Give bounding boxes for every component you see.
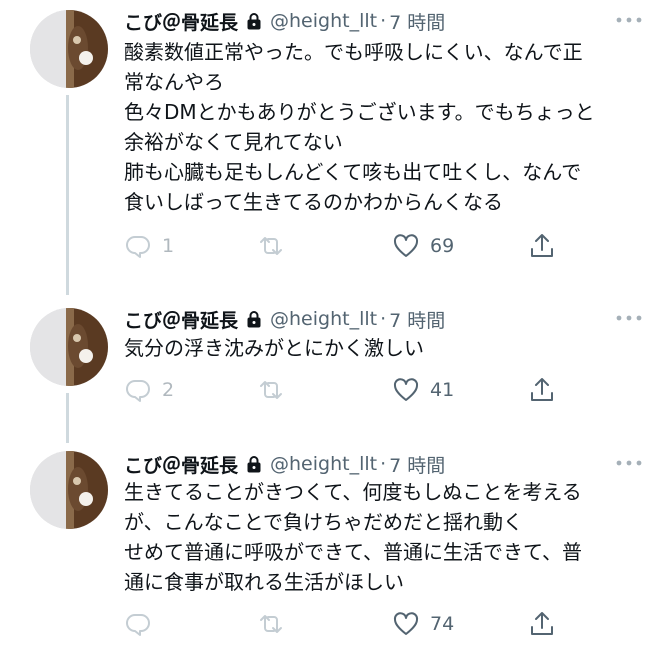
action-bar: 74: [124, 604, 564, 644]
separator-dot: ·: [380, 453, 387, 475]
reply-icon: [126, 380, 150, 402]
text-line: せめて普通に呼吸ができて、普通に生活できて、普: [124, 540, 582, 564]
retweet-icon: [260, 615, 282, 633]
retweet-icon: [260, 237, 282, 255]
tweet[interactable]: こび＠骨延長 @height_llt · 7 時間 生きてることがきつくて、何度…: [0, 447, 655, 665]
text-line: 生きてることがきつくて、何度もしぬことを考える: [124, 480, 582, 504]
heart-icon: [393, 378, 419, 401]
cat-avatar-image: [30, 451, 108, 529]
reply-button[interactable]: [124, 604, 162, 644]
display-name[interactable]: こび＠骨延長: [124, 306, 238, 333]
user-handle[interactable]: @height_llt: [270, 453, 377, 475]
user-handle[interactable]: @height_llt: [270, 10, 377, 32]
retweet-button[interactable]: [257, 226, 295, 266]
timestamp[interactable]: 7 時間: [389, 306, 445, 333]
cat-avatar-image: [30, 308, 108, 386]
display-name[interactable]: こび＠骨延長: [124, 8, 238, 35]
tweet-header: こび＠骨延長 @height_llt · 7 時間: [124, 302, 655, 336]
text-line: 余裕がなくて見れてない: [124, 130, 343, 154]
avatar[interactable]: [30, 308, 108, 386]
reply-icon: [126, 614, 150, 636]
text-line: 気分の浮き沈みがとにかく激しい: [124, 336, 424, 360]
text-line: 食いしばって生きてるのかわからんくなる: [124, 190, 503, 214]
lock-icon: [247, 13, 261, 30]
tweet[interactable]: こび＠骨延長 @height_llt · 7 時間 気分の浮き沈みがとにかく激し…: [0, 302, 655, 412]
reply-count: 1: [162, 235, 175, 257]
separator-dot: ·: [380, 308, 387, 330]
share-button[interactable]: [528, 370, 556, 410]
lock-icon: [247, 311, 261, 328]
share-button[interactable]: [528, 604, 556, 644]
tweet-header: こび＠骨延長 @height_llt · 7 時間: [124, 4, 655, 38]
tweet[interactable]: こび＠骨延長 @height_llt · 7 時間 酸素数値正常やった。でも呼吸…: [0, 4, 655, 274]
timestamp[interactable]: 7 時間: [389, 8, 445, 35]
retweet-button[interactable]: [257, 370, 295, 410]
share-button[interactable]: [528, 226, 556, 266]
action-bar: 1 69: [124, 226, 564, 266]
tweet-text: 生きてることがきつくて、何度もしぬことを考える が、こんなことで負けちゃだめだと…: [124, 477, 644, 597]
tweet-header: こび＠骨延長 @height_llt · 7 時間: [124, 447, 655, 481]
like-button[interactable]: 69: [392, 226, 454, 266]
text-line: が、こんなことで負けちゃだめだと揺れ動く: [124, 510, 523, 534]
retweet-button[interactable]: [257, 604, 295, 644]
like-button[interactable]: 41: [392, 370, 454, 410]
text-line: 肺も心臓も足もしんどくて咳も出て吐くし、なんで: [124, 160, 582, 184]
text-line: 酸素数値正常やった。でも呼吸しにくい、なんで正: [124, 40, 583, 64]
share-icon: [531, 378, 553, 401]
like-button[interactable]: 74: [392, 604, 454, 644]
heart-icon: [393, 612, 419, 635]
share-icon: [531, 234, 553, 257]
reply-icon: [126, 236, 150, 258]
tweet-text: 気分の浮き沈みがとにかく激しい: [124, 333, 644, 363]
like-count: 74: [430, 613, 455, 635]
cat-avatar-image: [30, 10, 108, 88]
more-icon[interactable]: [615, 12, 643, 28]
more-icon[interactable]: [615, 455, 643, 471]
text-line: 色々DMとかもありがとうございます。でもちょっと: [124, 100, 595, 124]
separator-dot: ·: [380, 10, 387, 32]
reply-count: 2: [162, 379, 175, 401]
tweet-text: 酸素数値正常やった。でも呼吸しにくい、なんで正 常なんやろ 色々DMとかもありが…: [124, 37, 644, 217]
user-handle[interactable]: @height_llt: [270, 308, 377, 330]
reply-button[interactable]: 2: [124, 370, 174, 410]
action-bar: 2 41: [124, 370, 564, 410]
heart-icon: [393, 234, 419, 257]
like-count: 41: [430, 379, 455, 401]
reply-button[interactable]: 1: [124, 226, 174, 266]
like-count: 69: [430, 235, 455, 257]
display-name[interactable]: こび＠骨延長: [124, 451, 238, 478]
text-line: 通に食事が取れる生活がほしい: [124, 570, 404, 594]
more-icon[interactable]: [615, 310, 643, 326]
retweet-icon: [260, 381, 282, 399]
share-icon: [531, 612, 553, 635]
lock-icon: [247, 456, 261, 473]
text-line: 常なんやろ: [124, 70, 224, 94]
avatar[interactable]: [30, 10, 108, 88]
timestamp[interactable]: 7 時間: [389, 451, 445, 478]
avatar[interactable]: [30, 451, 108, 529]
